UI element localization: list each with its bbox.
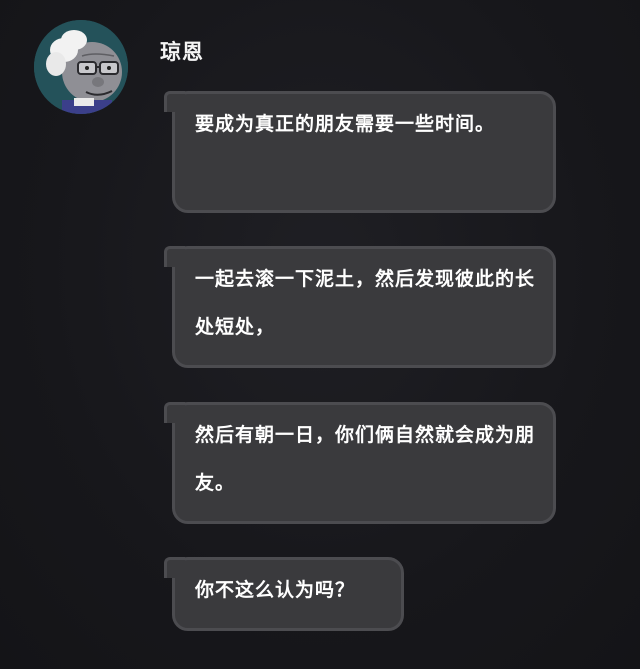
message-bubble[interactable]: 然后有朝一日，你们俩自然就会成为朋友。	[164, 402, 556, 524]
message-bubble[interactable]: 一起去滚一下泥土，然后发现彼此的长处短处，	[164, 246, 556, 368]
avatar[interactable]	[34, 20, 128, 114]
cartoon-old-man-avatar-icon	[34, 20, 128, 114]
chat-screen: 琼恩 要成为真正的朋友需要一些时间。 一起去滚一下泥土，然后发现彼此的长处短处，…	[0, 0, 640, 669]
sender-name: 琼恩	[160, 40, 204, 64]
message-bubble[interactable]: 你不这么认为吗？	[164, 557, 404, 631]
message-bubble[interactable]: 要成为真正的朋友需要一些时间。	[164, 91, 556, 213]
